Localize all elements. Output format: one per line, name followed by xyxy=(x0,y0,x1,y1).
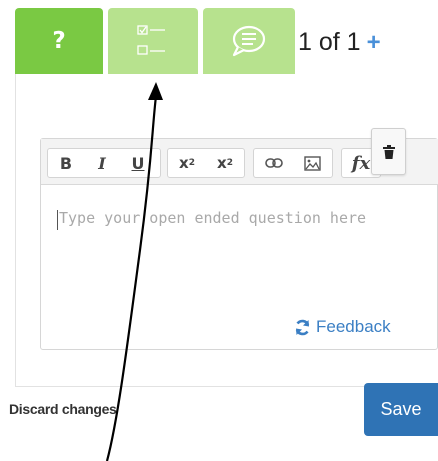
feedback-label: Feedback xyxy=(316,317,391,336)
tab-open-ended[interactable] xyxy=(203,8,295,74)
question-icon: ? xyxy=(52,28,66,54)
question-counter: 1 of 1 + xyxy=(298,28,381,57)
delete-button[interactable] xyxy=(371,128,406,175)
subscript-mark: 2 xyxy=(226,158,233,168)
subscript-button[interactable]: x2 xyxy=(206,149,244,177)
counter-text: 1 of 1 xyxy=(298,28,361,56)
superscript-base: x xyxy=(179,154,189,172)
superscript-button[interactable]: x2 xyxy=(168,149,206,177)
superscript-mark: 2 xyxy=(188,158,195,168)
subscript-base: x xyxy=(217,154,227,172)
trash-icon xyxy=(382,144,395,159)
feedback-link[interactable]: Feedback xyxy=(294,317,391,337)
discard-changes-link[interactable]: Discard changes xyxy=(9,401,117,417)
script-group: x2 x2 xyxy=(167,148,245,178)
speech-bubble-icon xyxy=(232,25,266,57)
underline-button[interactable]: U xyxy=(120,149,156,177)
image-button[interactable] xyxy=(293,149,332,177)
tab-question-help[interactable]: ? xyxy=(15,8,103,74)
multiple-choice-icon xyxy=(137,25,165,55)
refresh-icon xyxy=(295,319,310,335)
insert-group xyxy=(253,148,333,178)
question-placeholder: Type your open ended question here xyxy=(59,209,367,227)
link-icon xyxy=(264,158,283,168)
bold-button[interactable]: B xyxy=(48,149,84,177)
save-button[interactable]: Save xyxy=(364,383,438,436)
link-button[interactable] xyxy=(254,149,293,177)
italic-button[interactable]: I xyxy=(84,149,120,177)
text-caret xyxy=(57,210,58,230)
tab-multiple-choice[interactable] xyxy=(108,8,198,74)
add-question-button[interactable]: + xyxy=(367,29,381,57)
format-group: B I U xyxy=(47,148,161,178)
image-icon xyxy=(304,155,321,171)
